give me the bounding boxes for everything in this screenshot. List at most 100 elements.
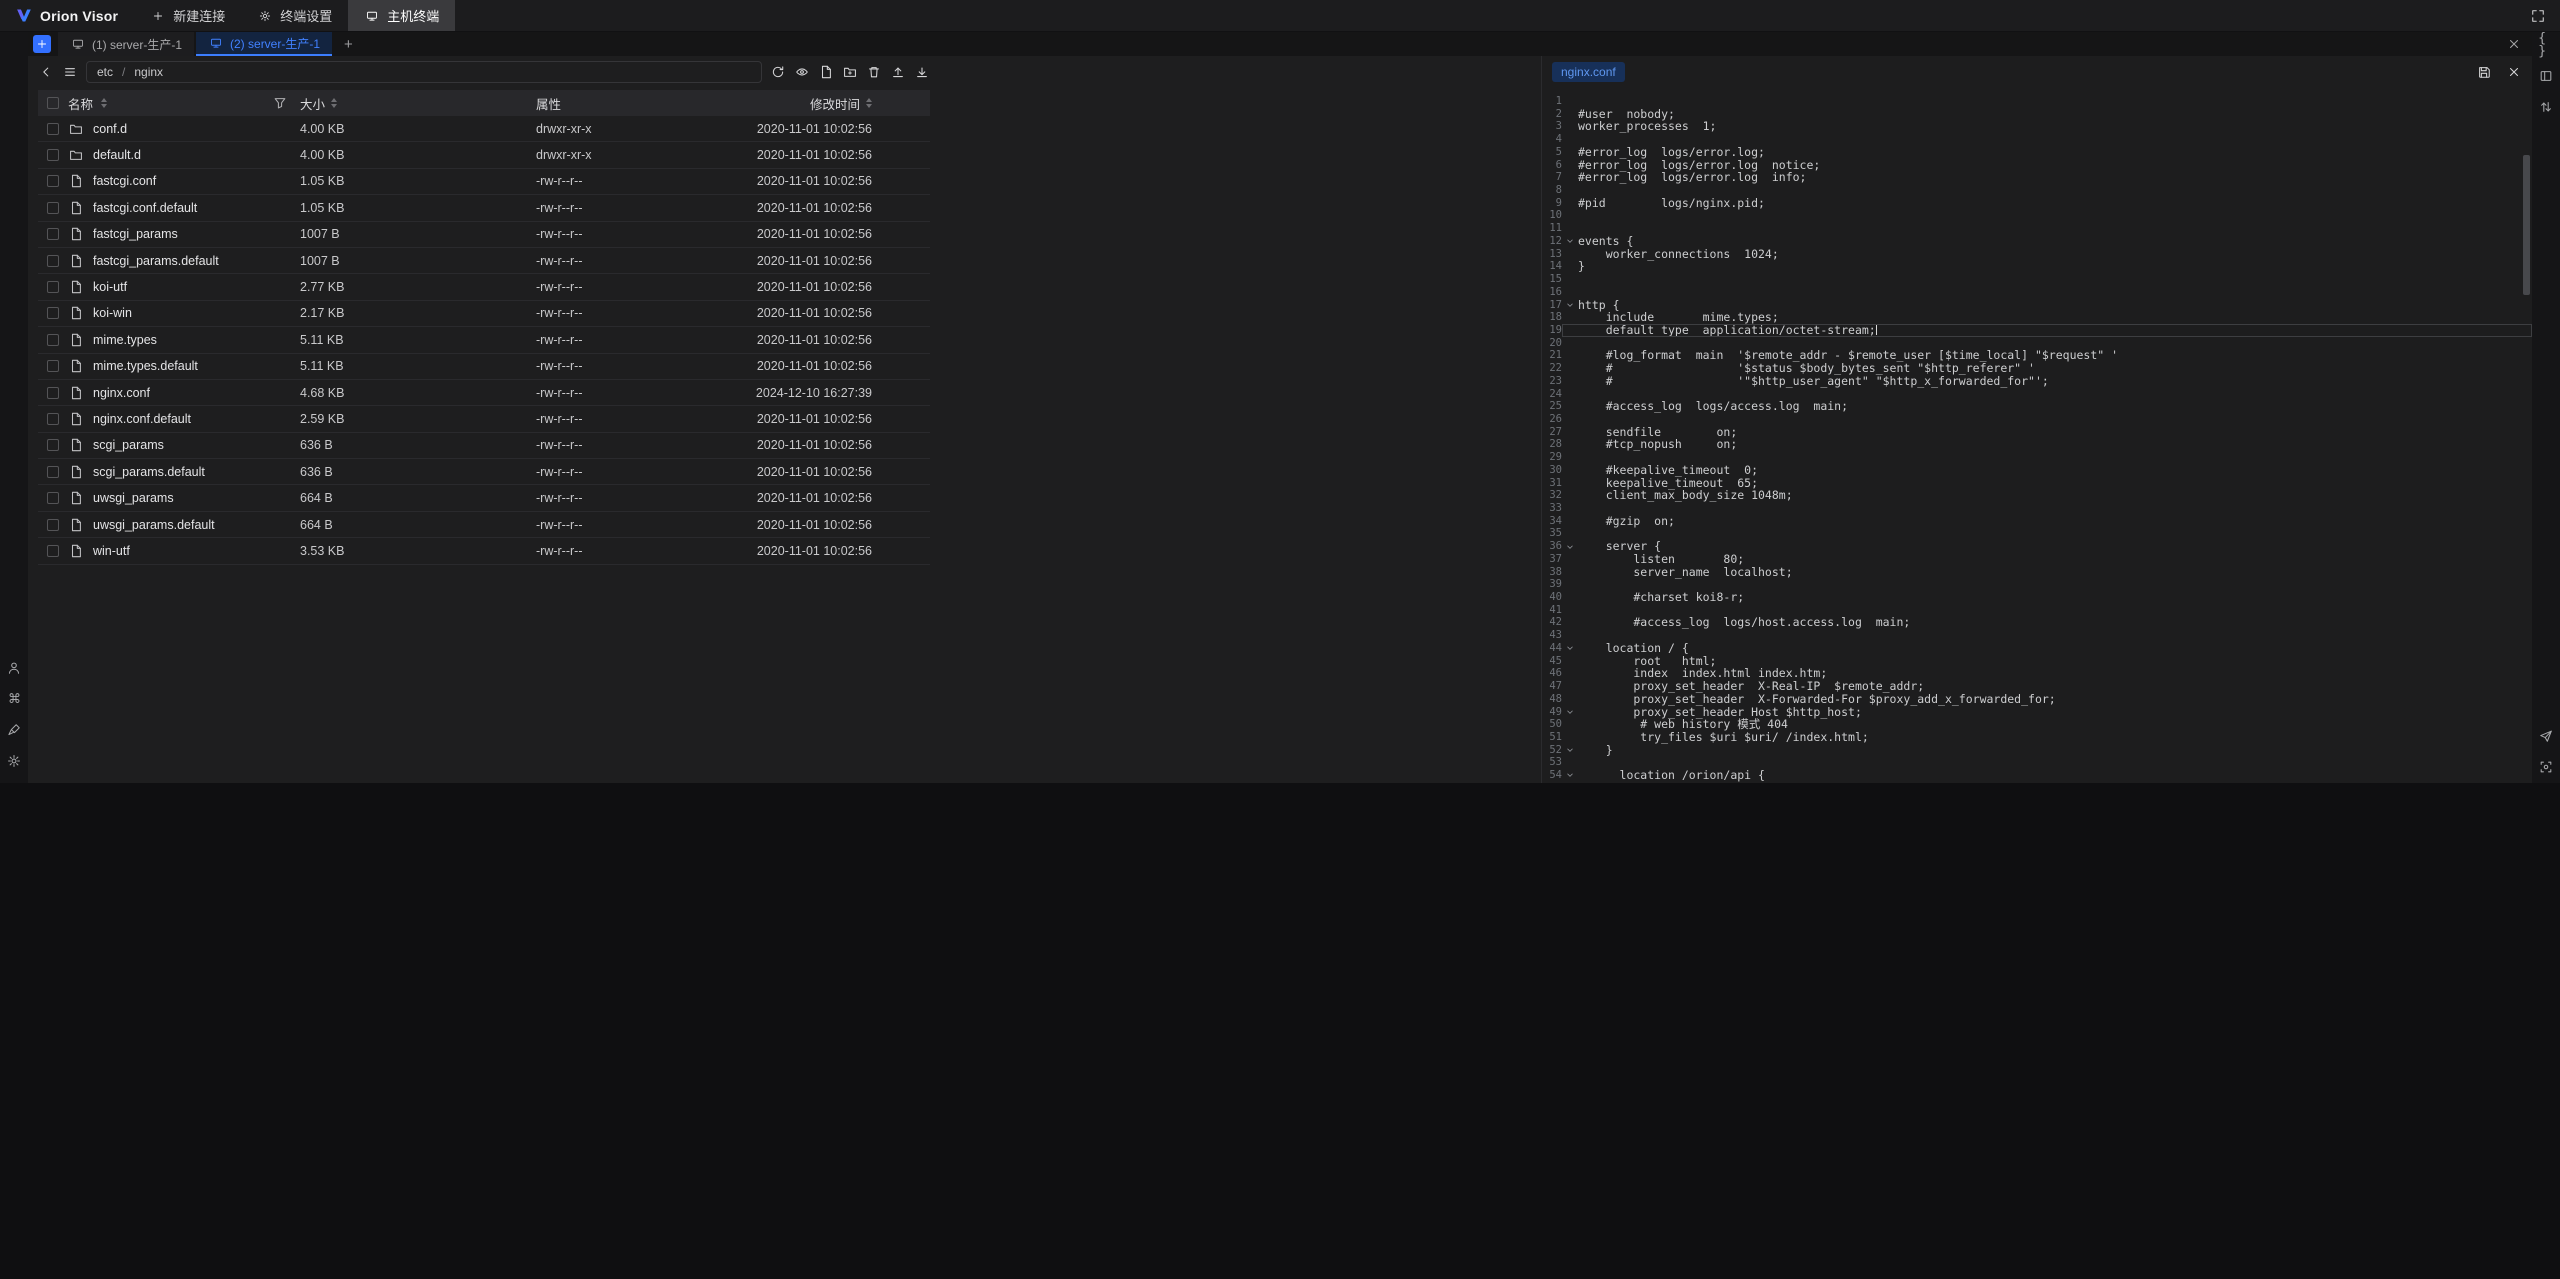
- code-line[interactable]: 52 }: [1542, 744, 2532, 757]
- column-header-name[interactable]: 名称: [68, 94, 300, 113]
- code-line[interactable]: 54 location /orion/api {: [1542, 769, 2532, 782]
- code-line[interactable]: 43: [1542, 629, 2532, 642]
- code-line[interactable]: 7#error_log logs/error.log info;: [1542, 171, 2532, 184]
- file-row[interactable]: koi-win2.17 KB-rw-r--r--2020-11-01 10:02…: [38, 301, 930, 327]
- row-checkbox[interactable]: [47, 255, 59, 267]
- file-row[interactable]: nginx.conf4.68 KB-rw-r--r--2024-12-10 16…: [38, 380, 930, 406]
- code-line[interactable]: 38 server_name localhost;: [1542, 566, 2532, 579]
- session-tab-1[interactable]: (1) server-生产-1: [58, 32, 194, 56]
- save-icon[interactable]: [2476, 64, 2492, 80]
- new-tab-button[interactable]: +: [334, 32, 363, 56]
- file-row[interactable]: fastcgi_params1007 B-rw-r--r--2020-11-01…: [38, 222, 930, 248]
- filter-icon[interactable]: [272, 95, 288, 111]
- file-row[interactable]: default.d4.00 KBdrwxr-xr-x2020-11-01 10:…: [38, 142, 930, 168]
- code-line[interactable]: 33: [1542, 502, 2532, 515]
- file-row[interactable]: conf.d4.00 KBdrwxr-xr-x2020-11-01 10:02:…: [38, 116, 930, 142]
- download-icon[interactable]: [914, 64, 930, 80]
- new-folder-icon[interactable]: [842, 64, 858, 80]
- code-line[interactable]: 5#error_log logs/error.log;: [1542, 146, 2532, 159]
- send-icon[interactable]: [2538, 728, 2554, 744]
- file-row[interactable]: scgi_params.default636 B-rw-r--r--2020-1…: [38, 459, 930, 485]
- breadcrumb-item[interactable]: nginx: [134, 65, 163, 79]
- code-line[interactable]: 36 server {: [1542, 540, 2532, 553]
- code-line[interactable]: 30 #keepalive_timeout 0;: [1542, 464, 2532, 477]
- row-checkbox[interactable]: [47, 439, 59, 451]
- file-row[interactable]: win-utf3.53 KB-rw-r--r--2020-11-01 10:02…: [38, 538, 930, 564]
- code-line[interactable]: 28 #tcp_nopush on;: [1542, 438, 2532, 451]
- row-checkbox[interactable]: [47, 545, 59, 557]
- swap-vertical-icon[interactable]: [2538, 99, 2554, 115]
- row-checkbox[interactable]: [47, 281, 59, 293]
- code-line[interactable]: 40 #charset koi8-r;: [1542, 591, 2532, 604]
- user-icon[interactable]: [6, 660, 22, 676]
- fold-chevron-icon[interactable]: [1562, 299, 1578, 312]
- file-row[interactable]: scgi_params636 B-rw-r--r--2020-11-01 10:…: [38, 433, 930, 459]
- code-line[interactable]: 23 # '"$http_user_agent" "$http_x_forwar…: [1542, 375, 2532, 388]
- back-icon[interactable]: [38, 64, 54, 80]
- fold-chevron-icon[interactable]: [1562, 769, 1578, 782]
- code-line[interactable]: 48 proxy_set_header X-Forwarded-For $pro…: [1542, 693, 2532, 706]
- code-line[interactable]: 51 try_files $uri $uri/ /index.html;: [1542, 731, 2532, 744]
- braces-icon[interactable]: { }: [2538, 37, 2554, 53]
- row-checkbox[interactable]: [47, 123, 59, 135]
- code-line[interactable]: 12events {: [1542, 235, 2532, 248]
- new-connection-button[interactable]: [33, 35, 51, 53]
- row-checkbox[interactable]: [47, 228, 59, 240]
- code-line[interactable]: 34 #gzip on;: [1542, 515, 2532, 528]
- file-row[interactable]: mime.types.default5.11 KB-rw-r--r--2020-…: [38, 354, 930, 380]
- fold-chevron-icon[interactable]: [1562, 540, 1578, 553]
- menu-item-terminal-settings[interactable]: 终端设置: [241, 0, 348, 31]
- new-file-icon[interactable]: [818, 64, 834, 80]
- row-checkbox[interactable]: [47, 175, 59, 187]
- menu-item-host-terminal[interactable]: 主机终端: [348, 0, 455, 31]
- row-checkbox[interactable]: [47, 334, 59, 346]
- code-line[interactable]: 14}: [1542, 260, 2532, 273]
- command-icon[interactable]: ⌘: [6, 691, 22, 707]
- file-row[interactable]: koi-utf2.77 KB-rw-r--r--2020-11-01 10:02…: [38, 274, 930, 300]
- code-line[interactable]: 42 #access_log logs/host.access.log main…: [1542, 616, 2532, 629]
- code-line[interactable]: 44 location / {: [1542, 642, 2532, 655]
- sort-size-icon[interactable]: [331, 98, 337, 108]
- brand[interactable]: Orion Visor: [0, 8, 134, 24]
- open-file-tab[interactable]: nginx.conf: [1552, 62, 1625, 82]
- row-checkbox[interactable]: [47, 149, 59, 161]
- refresh-icon[interactable]: [770, 64, 786, 80]
- code-line[interactable]: 26: [1542, 413, 2532, 426]
- code-line[interactable]: 4: [1542, 133, 2532, 146]
- file-row[interactable]: fastcgi.conf.default1.05 KB-rw-r--r--202…: [38, 195, 930, 221]
- layout-icon[interactable]: [2538, 68, 2554, 84]
- code-line[interactable]: 37 listen 80;: [1542, 553, 2532, 566]
- capture-icon[interactable]: [2538, 759, 2554, 775]
- code-line[interactable]: 13 worker_connections 1024;: [1542, 248, 2532, 261]
- settings-icon[interactable]: [6, 753, 22, 769]
- code-line[interactable]: 8: [1542, 184, 2532, 197]
- close-editor-icon[interactable]: [2506, 64, 2522, 80]
- code-line[interactable]: 11: [1542, 222, 2532, 235]
- session-tab-2[interactable]: (2) server-生产-1: [196, 32, 332, 56]
- code-line[interactable]: 35: [1542, 527, 2532, 540]
- sort-name-icon[interactable]: [101, 98, 107, 108]
- code-line[interactable]: 16: [1542, 286, 2532, 299]
- file-row[interactable]: nginx.conf.default2.59 KB-rw-r--r--2020-…: [38, 406, 930, 432]
- row-checkbox[interactable]: [47, 307, 59, 319]
- code-line[interactable]: 29: [1542, 451, 2532, 464]
- brush-icon[interactable]: [6, 722, 22, 738]
- path-breadcrumb[interactable]: etc / nginx: [86, 61, 762, 83]
- code-line[interactable]: 32 client_max_body_size 1048m;: [1542, 489, 2532, 502]
- row-checkbox[interactable]: [47, 360, 59, 372]
- fold-chevron-icon[interactable]: [1562, 706, 1578, 719]
- code-editor[interactable]: 12#user nobody;3worker_processes 1;45#er…: [1542, 88, 2532, 783]
- code-line[interactable]: 47 proxy_set_header X-Real-IP $remote_ad…: [1542, 680, 2532, 693]
- row-checkbox[interactable]: [47, 387, 59, 399]
- code-line[interactable]: 19 default_type application/octet-stream…: [1542, 324, 2532, 337]
- select-all-checkbox[interactable]: [47, 97, 59, 109]
- column-header-mtime[interactable]: 修改时间: [748, 94, 930, 113]
- file-row[interactable]: uwsgi_params.default664 B-rw-r--r--2020-…: [38, 512, 930, 538]
- file-row[interactable]: mime.types5.11 KB-rw-r--r--2020-11-01 10…: [38, 327, 930, 353]
- sort-mtime-icon[interactable]: [866, 98, 872, 108]
- fold-chevron-icon[interactable]: [1562, 235, 1578, 248]
- column-header-size[interactable]: 大小: [300, 94, 536, 113]
- row-checkbox[interactable]: [47, 202, 59, 214]
- row-checkbox[interactable]: [47, 466, 59, 478]
- upload-icon[interactable]: [890, 64, 906, 80]
